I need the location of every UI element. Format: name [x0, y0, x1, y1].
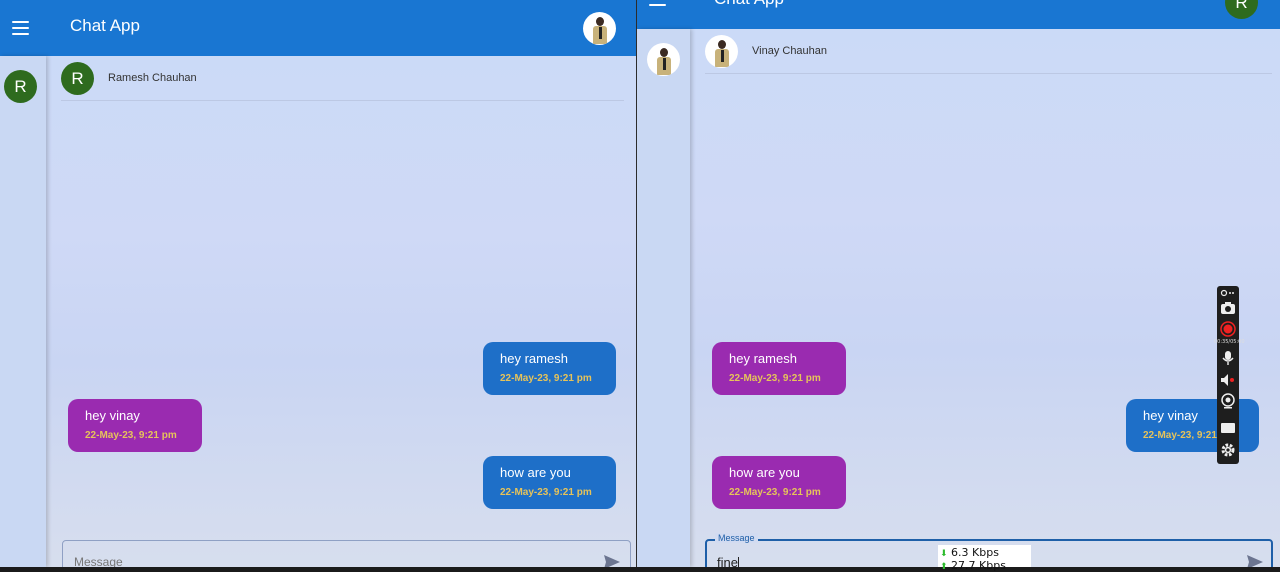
send-icon[interactable] — [1247, 555, 1263, 567]
message-bubble-received: hey ramesh 22-May-23, 9:21 pm — [712, 342, 846, 395]
message-text: how are you — [500, 465, 571, 480]
menu-icon[interactable] — [12, 21, 29, 35]
message-bubble-sent: hey vinay 22-May-23, 9:21 pm — [1126, 399, 1259, 452]
message-timestamp: 22-May-23, 9:21 pm — [729, 373, 821, 384]
message-input-label: Message — [715, 533, 758, 543]
camera-icon[interactable] — [1220, 300, 1236, 316]
contact-rail — [637, 29, 690, 567]
contact-name: Ramesh Chauhan — [108, 72, 197, 84]
download-speed: ⬇ 6.3 Kbps — [940, 546, 999, 559]
message-placeholder: Message — [74, 555, 123, 567]
contact-rail: R — [0, 56, 46, 567]
upload-speed: ⬆ 27.7 Kbps — [940, 559, 1006, 572]
message-bubble-received: hey vinay 22-May-23, 9:21 pm — [68, 399, 202, 452]
message-timestamp: 22-May-23, 9:21 pm — [500, 487, 592, 498]
message-bubble-received: how are you 22-May-23, 9:21 pm — [712, 456, 846, 509]
send-icon[interactable] — [604, 555, 620, 567]
app-title: Chat App — [70, 16, 140, 35]
message-input[interactable]: Message — [62, 540, 631, 567]
screen-icon[interactable] — [1220, 420, 1236, 436]
left-chat-window: Chat App R R Ramesh Chauhan hey ramesh 2… — [0, 0, 636, 567]
right-chat-window: Chat App R Vinay Chauhan hey ramesh 22-M… — [637, 0, 1280, 567]
microphone-icon[interactable] — [1220, 350, 1236, 366]
app-title: Chat App — [714, 0, 784, 9]
upload-arrow-icon: ⬆ — [940, 562, 948, 572]
contact-name: Vinay Chauhan — [752, 45, 828, 57]
contact-avatar — [705, 35, 738, 68]
message-timestamp: 22-May-23, 9:21 pm — [500, 373, 592, 384]
recording-timer: 00:35/05:00 — [1214, 339, 1245, 345]
pin-icon[interactable] — [1220, 288, 1236, 298]
rail-contact-avatar[interactable] — [647, 43, 680, 76]
message-text: hey ramesh — [729, 351, 797, 366]
record-icon[interactable] — [1220, 321, 1236, 337]
chat-header: Vinay Chauhan — [705, 29, 1272, 74]
app-bar: Chat App R — [637, 0, 1280, 29]
profile-avatar[interactable] — [583, 12, 616, 45]
message-text: hey ramesh — [500, 351, 568, 366]
message-text: hey vinay — [85, 408, 140, 423]
settings-icon[interactable] — [1220, 442, 1236, 458]
speaker-icon[interactable] — [1220, 372, 1236, 388]
contact-avatar: R — [61, 62, 94, 95]
profile-avatar[interactable]: R — [1225, 0, 1258, 19]
recorder-toolbar: 00:35/05:00 — [1214, 286, 1245, 464]
message-bubble-sent: how are you 22-May-23, 9:21 pm — [483, 456, 616, 509]
message-text: how are you — [729, 465, 800, 480]
message-bubble-sent: hey ramesh 22-May-23, 9:21 pm — [483, 342, 616, 395]
message-timestamp: 22-May-23, 9:21 pm — [85, 430, 177, 441]
chat-area: Vinay Chauhan hey ramesh 22-May-23, 9:21… — [637, 29, 1280, 567]
message-input-value: fine — [717, 555, 739, 567]
network-monitor: ⬇ 6.3 Kbps ⬆ 27.7 Kbps — [938, 545, 1031, 572]
menu-icon[interactable] — [649, 0, 666, 6]
message-timestamp: 22-May-23, 9:21 pm — [729, 487, 821, 498]
chat-area: R R Ramesh Chauhan hey ramesh 22-May-23,… — [0, 56, 636, 567]
message-text: hey vinay — [1143, 408, 1198, 423]
chat-header: R Ramesh Chauhan — [61, 56, 624, 101]
webcam-icon[interactable] — [1220, 393, 1236, 409]
app-bar: Chat App — [0, 0, 636, 56]
download-arrow-icon: ⬇ — [940, 549, 948, 559]
rail-contact-avatar[interactable]: R — [4, 70, 37, 103]
